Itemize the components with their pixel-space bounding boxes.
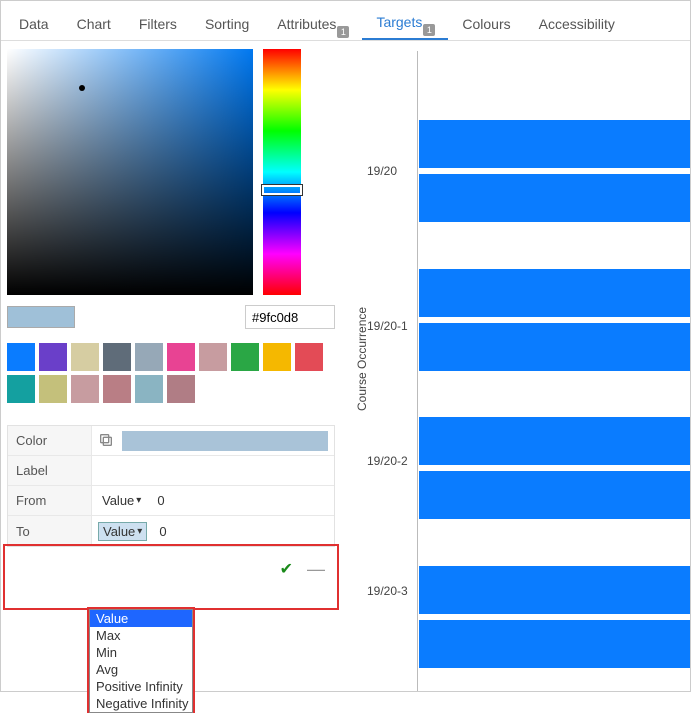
palette-swatch[interactable] [39,343,67,371]
copy-icon[interactable] [98,432,116,450]
y-axis-line [417,51,418,691]
hex-input[interactable] [245,305,335,329]
tab-data[interactable]: Data [5,6,63,40]
to-type-option-value[interactable]: Value [90,610,192,627]
chart-preview: Course Occurrence 19/20 19/20-1 19/20-2 … [341,41,690,691]
picker-handle[interactable] [79,85,85,91]
palette-swatch[interactable] [167,343,195,371]
target-properties: Color Label From Value▾ 0 [7,425,335,547]
chart-bar [419,620,690,668]
chart-bar [419,471,690,519]
palette-swatch[interactable] [103,343,131,371]
tab-filters[interactable]: Filters [125,6,191,40]
chart-bar [419,174,690,222]
palette-swatch[interactable] [199,343,227,371]
target-color-bar[interactable] [122,431,328,451]
palette-swatch[interactable] [295,343,323,371]
palette-swatch[interactable] [135,343,163,371]
palette-swatch[interactable] [135,375,163,403]
chart-bar [419,566,690,614]
current-color-swatch [7,306,75,328]
palette-swatch[interactable] [7,343,35,371]
to-type-option-posinf[interactable]: Positive Infinity [90,678,192,695]
to-type-option-min[interactable]: Min [90,644,192,661]
tab-colours[interactable]: Colours [448,6,524,40]
palette-swatch[interactable] [7,375,35,403]
to-value[interactable]: 0 [153,524,166,539]
tabs-bar: Data Chart Filters Sorting Attributes1 T… [1,1,690,41]
saturation-picker[interactable] [7,49,253,295]
hue-slider[interactable] [263,49,301,295]
confirm-icon[interactable]: ✔ [280,559,293,580]
category-label: 19/20-1 [367,319,408,333]
chevron-down-icon: ▾ [137,526,142,537]
from-value[interactable]: 0 [151,493,164,508]
prop-from-label: From [8,486,92,515]
left-panel: Color Label From Value▾ 0 [1,41,341,691]
chart-bar [419,120,690,168]
from-type-dropdown[interactable]: Value▾ [98,492,145,509]
chart-bar [419,323,690,371]
to-type-option-max[interactable]: Max [90,627,192,644]
tab-targets[interactable]: Targets1 [362,4,448,40]
to-type-dropdown-menu: Value Max Min Avg Positive Infinity Nega… [89,609,193,713]
to-type-option-neginf[interactable]: Negative Infinity [90,695,192,712]
palette-swatch[interactable] [71,343,99,371]
chart-bar [419,269,690,317]
tab-attributes-badge: 1 [337,26,349,38]
palette-swatch[interactable] [103,375,131,403]
palette-swatch[interactable] [71,375,99,403]
to-type-option-avg[interactable]: Avg [90,661,192,678]
palette-swatch[interactable] [263,343,291,371]
category-label: 19/20-3 [367,584,408,598]
hue-handle[interactable] [262,185,302,195]
tab-targets-badge: 1 [423,24,435,36]
remove-icon[interactable]: — [307,559,325,580]
prop-to-label: To [8,516,92,546]
palette-swatch[interactable] [39,375,67,403]
palette-swatch[interactable] [231,343,259,371]
prop-label-label: Label [8,456,92,485]
palette-swatch[interactable] [167,375,195,403]
prop-color-label: Color [8,426,92,455]
tab-sorting[interactable]: Sorting [191,6,263,40]
chart-bar [419,417,690,465]
tab-chart[interactable]: Chart [63,6,125,40]
tab-attributes[interactable]: Attributes1 [263,6,362,40]
to-type-dropdown[interactable]: Value▾ [98,522,147,541]
tab-accessibility[interactable]: Accessibility [525,6,629,40]
chevron-down-icon: ▾ [136,495,141,506]
target-label-input[interactable] [98,463,328,478]
color-palette [7,343,337,403]
category-label: 19/20-2 [367,454,408,468]
category-label: 19/20 [367,164,397,178]
